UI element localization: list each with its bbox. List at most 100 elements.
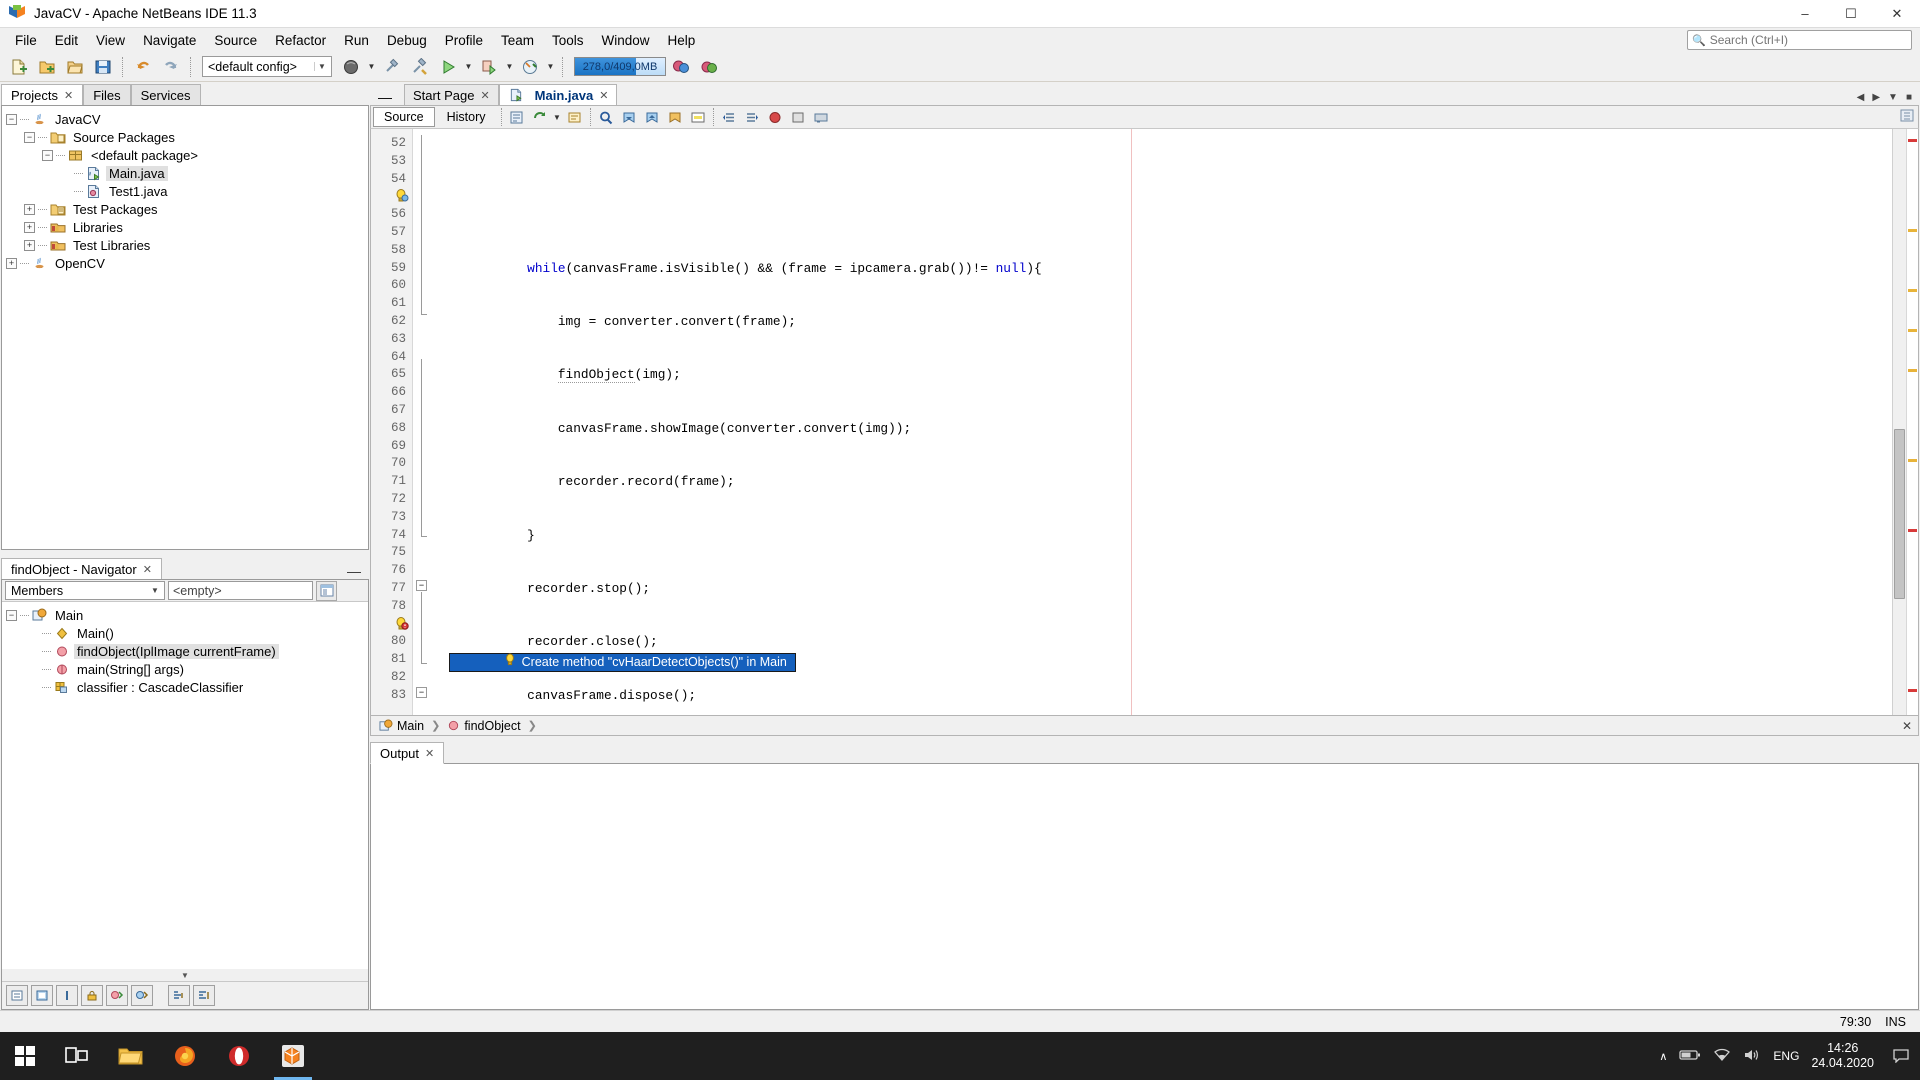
close-icon[interactable]: ✕ [64,89,73,102]
build-project-button[interactable] [338,55,364,79]
editor-tab-start-page[interactable]: Start Page ✕ [404,84,499,106]
tab-list-button[interactable]: ▼ [1885,92,1901,103]
windows-start-icon[interactable] [0,1032,50,1080]
menu-item-edit[interactable]: Edit [46,30,87,51]
prev-bookmark-button[interactable] [618,107,640,127]
maximize-button[interactable]: ☐ [1828,0,1874,28]
menu-item-tools[interactable]: Tools [543,30,593,51]
sort-by-source-button[interactable] [131,985,153,1006]
scrollbar-thumb[interactable] [1894,429,1905,599]
search-box[interactable]: 🔍 [1687,30,1912,50]
menu-item-help[interactable]: Help [659,30,705,51]
menu-item-source[interactable]: Source [205,30,266,51]
find-selection-button[interactable] [595,107,617,127]
maximize-editor-button[interactable]: ■ [1903,92,1915,103]
tree-node-javacv[interactable]: − JavaCV [6,110,368,128]
navigator-item-classifier[interactable]: classifier : CascadeClassifier [6,678,368,696]
firefox-icon[interactable] [158,1032,212,1080]
tab-projects[interactable]: Projects ✕ [1,84,84,106]
close-breadcrumb-button[interactable]: ✕ [1902,719,1918,733]
language-indicator[interactable]: ENG [1773,1049,1799,1063]
chevron-down-icon[interactable]: ▼ [463,57,474,77]
navigator-item-findobject[interactable]: findObject(IplImage currentFrame) [6,642,368,660]
clock[interactable]: 14:26 24.04.2020 [1811,1041,1880,1071]
error-bulb-icon[interactable] [371,616,412,634]
team-chat-button[interactable] [668,55,694,79]
notifications-button[interactable] [696,55,722,79]
code-text[interactable]: while(canvasFrame.isVisible() && (frame … [431,129,1892,715]
project-config-select[interactable]: <default config> ▼ [202,56,332,77]
editor-toolbar-expand-button[interactable] [1899,108,1915,126]
chevron-down-icon[interactable]: ▼ [545,57,556,77]
expand-all-button[interactable] [168,985,190,1006]
navigator-item-main-method[interactable]: main(String[] args) [6,660,368,678]
stop-macro-button[interactable] [787,107,809,127]
close-icon[interactable]: ✕ [480,89,489,102]
new-project-button[interactable] [34,55,60,79]
memory-gauge[interactable]: 278,0/409,0MB [574,57,666,76]
tree-node-default-package[interactable]: − <default package> [6,146,368,164]
warning-mark[interactable] [1908,369,1917,372]
menu-item-profile[interactable]: Profile [436,30,492,51]
expander-icon[interactable]: − [42,149,53,161]
last-edit-button[interactable] [506,107,528,127]
open-project-button[interactable] [62,55,88,79]
warning-mark[interactable] [1908,329,1917,332]
navigator-empty-field[interactable]: <empty> [168,581,313,600]
code-editor[interactable]: 52 53 54 56 57 58 59 60 61 62 63 64 65 6… [370,129,1919,716]
minimize-navigator-button[interactable]: — [347,564,369,579]
hint-popup[interactable]: Create method "cvHaarDetectObjects()" in… [449,653,796,672]
show-hidden-icons-button[interactable]: ∧ [1659,1050,1667,1063]
filter-inherited-button[interactable] [6,985,28,1006]
tab-navigator[interactable]: findObject - Navigator ✕ [1,558,162,580]
menu-item-debug[interactable]: Debug [378,30,436,51]
scroll-tabs-left-button[interactable]: ◀ [1854,92,1868,103]
chevron-down-icon[interactable]: ▼ [504,57,515,77]
code-folding-column[interactable]: − − [413,129,431,715]
filter-static-button[interactable] [31,985,53,1006]
navigator-item-main-class[interactable]: − Main [6,606,368,624]
tree-node-test-libraries[interactable]: + Test Libraries [6,236,368,254]
breadcrumb-item-main[interactable]: Main [377,719,426,733]
menu-item-navigate[interactable]: Navigate [134,30,205,51]
filter-fields-button[interactable] [56,985,78,1006]
warning-mark[interactable] [1908,459,1917,462]
task-view-icon[interactable] [50,1032,104,1080]
inspect-button[interactable] [564,107,586,127]
minimize-editor-button[interactable]: — [370,90,404,105]
shift-right-button[interactable] [741,107,763,127]
file-explorer-icon[interactable] [104,1032,158,1080]
close-icon[interactable]: ✕ [599,89,608,102]
tree-node-test-packages[interactable]: + Test Packages [6,200,368,218]
menu-item-team[interactable]: Team [492,30,543,51]
tree-node-libraries[interactable]: + Libraries [6,218,368,236]
battery-icon[interactable] [1679,1048,1701,1065]
editor-error-stripe[interactable] [1906,129,1918,715]
profile-project-button[interactable] [517,55,543,79]
tab-output[interactable]: Output ✕ [370,742,445,764]
error-mark[interactable] [1908,529,1917,532]
source-view-button[interactable]: Source [373,107,435,127]
redo-button[interactable] [158,55,184,79]
navigator-collapse-handle[interactable]: ▼ [2,969,368,981]
undo-button[interactable] [130,55,156,79]
opera-icon[interactable] [212,1032,266,1080]
collapse-all-button[interactable] [193,985,215,1006]
debug-project-button[interactable] [476,55,502,79]
new-file-button[interactable] [6,55,32,79]
action-center-icon[interactable] [1892,1047,1910,1066]
toggle-bookmark-button[interactable] [664,107,686,127]
start-macro-button[interactable] [764,107,786,127]
fold-toggle-main[interactable]: − [416,687,427,698]
expander-icon[interactable]: − [6,609,17,621]
save-all-button[interactable] [90,55,116,79]
toggle-highlight-button[interactable] [687,107,709,127]
error-mark[interactable] [1908,139,1917,142]
history-view-button[interactable]: History [436,107,497,127]
warning-mark[interactable] [1908,229,1917,232]
chevron-down-icon[interactable]: ▼ [552,107,563,127]
expander-icon[interactable]: + [24,221,35,233]
tab-services[interactable]: Services [130,84,201,106]
breadcrumb-item-findobject[interactable]: findObject [445,719,522,733]
navigator-options-button[interactable] [316,580,337,601]
